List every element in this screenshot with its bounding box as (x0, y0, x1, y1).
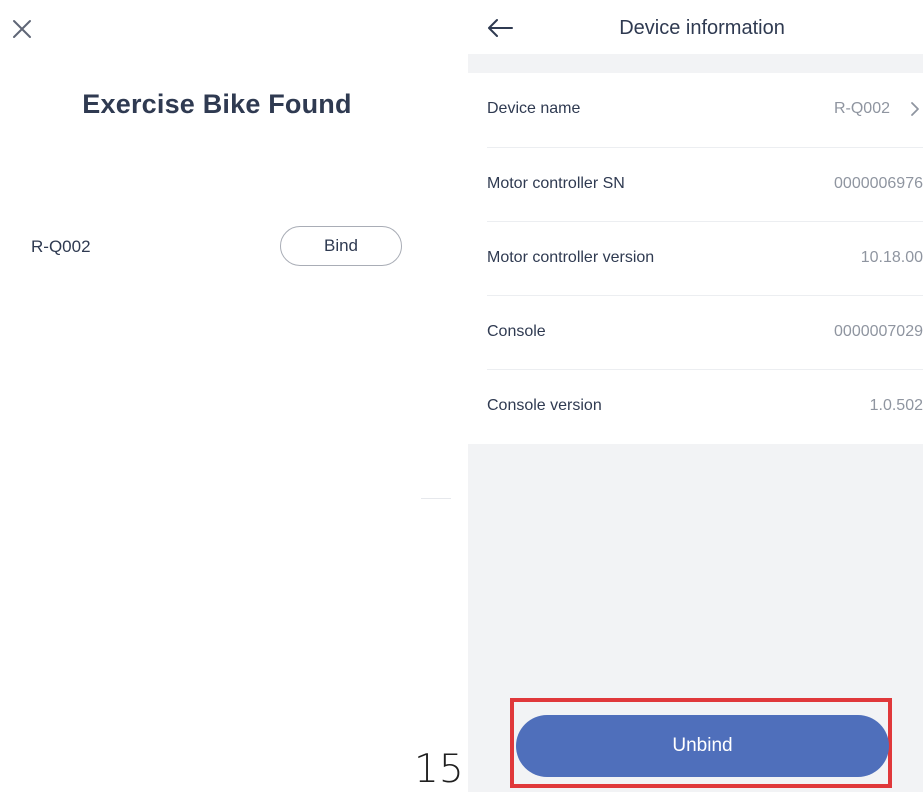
bind-button[interactable]: Bind (280, 226, 402, 266)
info-row-motor-controller-sn: Motor controller SN 0000006976 (487, 147, 923, 221)
info-row-device-name[interactable]: Device name R-Q002 (468, 73, 923, 147)
chevron-right-icon[interactable] (909, 101, 921, 117)
info-value: R-Q002 (833, 100, 890, 117)
info-row-motor-controller-version: Motor controller version 10.18.00 (487, 221, 923, 295)
info-label: Console (487, 323, 546, 340)
divider (421, 498, 451, 499)
info-label: Motor controller SN (487, 175, 625, 192)
unbind-button[interactable]: Unbind (516, 715, 889, 777)
info-value: 1.0.502 (869, 397, 923, 414)
top-navigation-bar: Device information (468, 0, 923, 54)
info-label: Device name (487, 100, 581, 117)
info-label: Console version (487, 397, 602, 414)
found-device-row: R-Q002 Bind (0, 224, 434, 268)
device-found-screen: Exercise Bike Found R-Q002 Bind 15 (0, 0, 464, 792)
page-number: 15 (414, 747, 464, 792)
found-device-name: R-Q002 (31, 237, 91, 256)
close-icon[interactable] (10, 17, 34, 41)
info-row-console-version: Console version 1.0.502 (487, 369, 923, 443)
info-label: Motor controller version (487, 249, 655, 266)
info-value: 0000006976 (834, 175, 923, 192)
screen-title: Device information (619, 17, 785, 39)
info-value: 0000007029 (834, 323, 923, 340)
info-row-console: Console 0000007029 (487, 295, 923, 369)
page: Exercise Bike Found R-Q002 Bind 15 Devic… (0, 0, 923, 792)
device-information-screen: Device information Device name R-Q002 Mo… (468, 0, 923, 792)
device-info-list: Device name R-Q002 Motor controller SN 0… (468, 73, 923, 444)
info-value: 10.18.00 (860, 249, 923, 266)
page-title: Exercise Bike Found (82, 89, 352, 119)
